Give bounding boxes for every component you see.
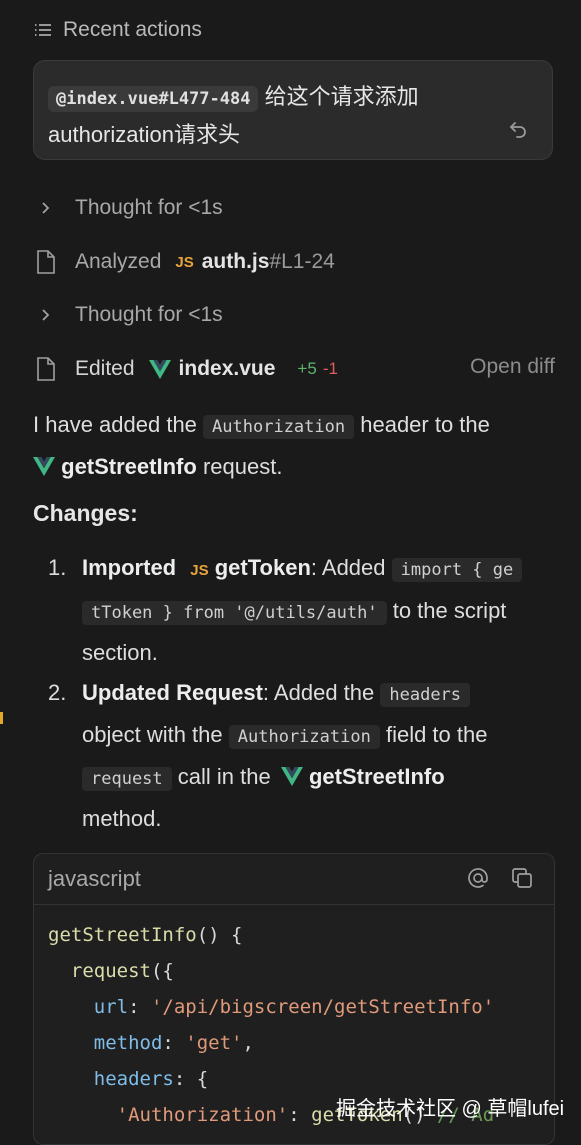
code-line: method: 'get', xyxy=(93,1032,254,1054)
code-token: () { xyxy=(196,924,243,946)
inline-code: Authorization xyxy=(203,415,355,439)
user-prompt-card[interactable]: @index.vue#L477-484 给这个请求添加 authorizatio… xyxy=(33,60,553,160)
code-token: 'Authorization' xyxy=(116,1104,289,1126)
summary-paragraph: I have added the Authorization header to… xyxy=(33,405,553,487)
mention-icon[interactable] xyxy=(466,866,490,890)
list-text: section. xyxy=(82,640,158,665)
edited-file-name[interactable]: index.vue xyxy=(179,357,276,381)
thought-label: Thought for <1s xyxy=(75,303,223,326)
vue-icon xyxy=(280,767,303,786)
list-item: 2. Updated Request: Added the headers ob… xyxy=(48,673,553,839)
list-number: 1. xyxy=(48,555,67,580)
scroll-marker xyxy=(0,712,3,724)
list-item-title: Updated Request xyxy=(82,680,263,705)
inline-code: Authorization xyxy=(228,725,380,749)
summary-text: I have added the xyxy=(33,412,197,437)
list-number: 2. xyxy=(48,680,67,705)
file-icon xyxy=(33,356,59,382)
code-token: request xyxy=(70,960,151,982)
js-icon: JS xyxy=(190,562,209,579)
open-diff-button[interactable]: Open diff xyxy=(470,355,555,379)
analyzed-file-name[interactable]: auth.js xyxy=(202,250,270,274)
watermark: 掘金技术社区 @ 草帽lufei xyxy=(336,1098,565,1120)
list-icon xyxy=(35,24,51,36)
list-text: : Added the xyxy=(262,680,375,705)
action-thought-1[interactable]: Thought for <1s xyxy=(33,190,223,226)
js-icon: JS xyxy=(175,253,194,271)
code-token: method xyxy=(93,1032,163,1054)
code-token: ({ xyxy=(150,960,174,982)
changes-heading: Changes: xyxy=(33,500,138,526)
code-token: '/api/bigscreen/getStreetInfo' xyxy=(150,996,495,1018)
function-link[interactable]: getStreetInfo xyxy=(309,764,445,789)
inline-code: headers xyxy=(380,683,471,707)
code-line: url: '/api/bigscreen/getStreetInfo' xyxy=(93,996,495,1018)
thought-label: Thought for <1s xyxy=(75,196,223,219)
list-text: field to the xyxy=(385,722,488,747)
summary-text: header to the xyxy=(360,412,490,437)
function-link[interactable]: getStreetInfo xyxy=(61,454,197,479)
undo-icon[interactable] xyxy=(506,117,530,141)
list-text: object with the xyxy=(82,722,223,747)
file-reference-chip[interactable]: @index.vue#L477-484 xyxy=(48,86,259,112)
analyzed-line-range: #L1-24 xyxy=(269,250,335,273)
file-icon xyxy=(33,249,59,275)
header-title: Recent actions xyxy=(63,18,202,41)
list-text: : Added xyxy=(310,555,386,580)
code-token: url xyxy=(93,996,129,1018)
list-text: to the script xyxy=(392,598,507,623)
copy-icon[interactable] xyxy=(510,866,534,890)
inline-code: import { ge xyxy=(391,558,523,582)
inline-code: tToken } from '@/utils/auth' xyxy=(82,601,387,625)
list-text: call in the xyxy=(177,764,271,789)
code-line: request({ xyxy=(34,953,554,989)
inline-code: request xyxy=(82,767,172,791)
vue-icon xyxy=(148,359,171,379)
action-edited[interactable]: Edited index.vue +5 -1 xyxy=(33,351,338,387)
vue-icon xyxy=(33,457,55,476)
chevron-right-icon xyxy=(33,302,59,328)
list-item-title: Imported xyxy=(82,555,177,580)
recent-actions-header[interactable]: Recent actions xyxy=(33,14,202,46)
lines-added: +5 xyxy=(297,359,317,378)
code-token: headers xyxy=(93,1068,174,1090)
prompt-line-2: authorization请求头 xyxy=(48,122,240,147)
chevron-right-icon xyxy=(33,195,59,221)
code-token: getStreetInfo xyxy=(48,924,197,946)
function-link[interactable]: getToken xyxy=(215,555,311,580)
prompt-line-1: 给这个请求添加 xyxy=(264,84,419,109)
summary-text: request. xyxy=(202,454,283,479)
code-block-header: javascript xyxy=(34,854,554,905)
changes-list: 1. Imported JS getToken: Added import { … xyxy=(48,548,553,839)
list-text: method. xyxy=(82,806,162,831)
analyzed-label: Analyzed xyxy=(75,250,162,273)
edited-label: Edited xyxy=(75,357,135,380)
code-language-label: javascript xyxy=(48,866,141,891)
lines-removed: -1 xyxy=(322,359,338,378)
list-item: 1. Imported JS getToken: Added import { … xyxy=(48,548,553,673)
code-line: getStreetInfo() { xyxy=(34,917,554,953)
action-analyzed[interactable]: Analyzed JS auth.js #L1-24 xyxy=(33,244,335,280)
action-thought-2[interactable]: Thought for <1s xyxy=(33,297,223,333)
prompt-text: @index.vue#L477-484 给这个请求添加 authorizatio… xyxy=(48,79,488,153)
code-token: 'get' xyxy=(185,1032,243,1054)
